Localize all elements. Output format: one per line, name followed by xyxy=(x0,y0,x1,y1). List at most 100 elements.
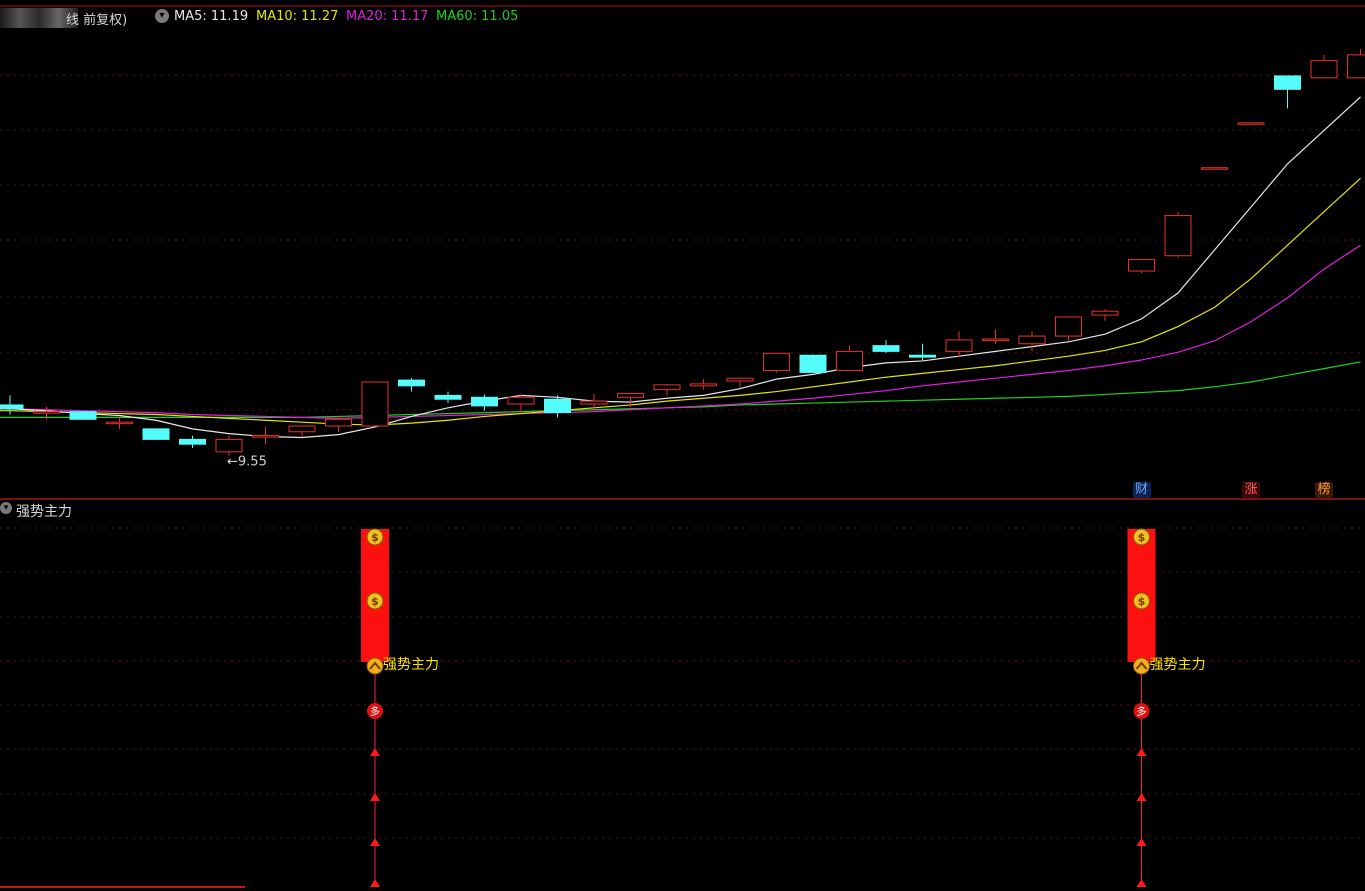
candle-body xyxy=(179,438,206,445)
candle xyxy=(836,345,863,372)
candle xyxy=(1274,75,1301,109)
candle xyxy=(0,395,24,415)
candle-body xyxy=(142,428,170,440)
ma-legend-item: MA5: 11.19 xyxy=(174,9,249,24)
candle-body xyxy=(1091,310,1119,316)
candle xyxy=(617,392,644,407)
indicator-title: 强势主力 xyxy=(16,504,72,520)
candle xyxy=(1091,309,1119,321)
candle xyxy=(325,416,352,432)
candle-body xyxy=(434,394,462,400)
candle xyxy=(1128,259,1155,273)
candle xyxy=(288,425,316,437)
candle xyxy=(471,394,498,411)
period-label: 线 前复权) xyxy=(66,13,128,28)
candle-body xyxy=(1310,60,1338,79)
up-arrow-icon xyxy=(370,838,380,846)
up-chevron-icon xyxy=(1133,657,1150,675)
candle-body xyxy=(763,352,790,372)
candle xyxy=(434,391,462,404)
candle-body xyxy=(909,354,936,358)
candle xyxy=(690,379,717,390)
candle xyxy=(106,417,133,429)
candle-body xyxy=(544,398,571,414)
candle-body xyxy=(69,411,97,420)
candle-body xyxy=(1274,75,1301,90)
candle-body xyxy=(945,339,973,352)
up-arrow-icon xyxy=(1136,879,1147,887)
candle-body xyxy=(1237,122,1265,125)
candle-body xyxy=(726,377,754,382)
chevron-down-icon[interactable]: ▾ xyxy=(155,9,169,23)
up-arrow-icon xyxy=(1136,748,1147,756)
ma-legend-item: MA10: 11.27 xyxy=(256,9,339,24)
candle-body xyxy=(507,396,535,405)
candle xyxy=(215,435,243,456)
candle-body xyxy=(1018,335,1046,345)
candle xyxy=(142,428,170,440)
signal-column: $ $ 多 xyxy=(361,528,389,887)
candle xyxy=(1055,316,1082,341)
up-arrow-icon xyxy=(370,879,380,887)
candle xyxy=(179,435,206,448)
up-chevron-icon xyxy=(366,657,384,675)
candle-body xyxy=(471,396,498,407)
candle xyxy=(909,343,936,360)
candle xyxy=(982,329,1009,344)
candle-body xyxy=(799,354,827,373)
money-bag-symbol: $ xyxy=(371,531,379,544)
candle xyxy=(69,411,97,420)
ma-legend-item: MA60: 11.05 xyxy=(436,9,519,24)
candle xyxy=(1237,122,1265,125)
candle-body xyxy=(33,411,60,414)
candle xyxy=(252,426,279,445)
candle xyxy=(763,352,790,373)
money-bag-symbol: $ xyxy=(1138,595,1146,608)
money-bag-symbol: $ xyxy=(1138,531,1146,544)
candle-body xyxy=(1201,167,1228,170)
candle-body xyxy=(1347,54,1365,79)
up-arrow-icon xyxy=(1136,793,1147,801)
candle-body xyxy=(580,400,608,405)
candle xyxy=(361,381,389,427)
candle-body xyxy=(252,435,279,438)
candle-body xyxy=(617,392,644,398)
candle xyxy=(653,383,681,396)
candle-body xyxy=(398,379,425,387)
signal-label: 强势主力 xyxy=(1149,657,1206,673)
indicator-chevron-icon[interactable]: ▾ xyxy=(0,502,12,514)
money-bag-symbol: $ xyxy=(371,595,379,608)
candle-body xyxy=(982,338,1009,341)
low-price-marker: ←9.55 xyxy=(227,455,267,470)
candle-body xyxy=(690,383,717,387)
signal-label: 强势主力 xyxy=(383,657,439,673)
kline-chart: ←9.55 $ $ 多 $ $ 多 xyxy=(0,5,1365,888)
signal-column: $ $ 多 xyxy=(1127,528,1156,887)
candle-body xyxy=(836,350,863,372)
candle-body xyxy=(1128,259,1155,272)
candle xyxy=(1310,54,1338,79)
candle-body xyxy=(653,384,681,391)
candle-body xyxy=(361,381,389,427)
candle xyxy=(1347,49,1365,79)
candle xyxy=(1201,167,1228,170)
candle xyxy=(799,354,827,373)
event-tag[interactable]: 财 xyxy=(1132,482,1151,498)
candle xyxy=(872,339,900,354)
chart-stage: ←9.55 $ $ 多 $ $ 多 线 前复权) ▾ MA5: 11.19 MA10: 11… xyxy=(0,0,1365,891)
candle xyxy=(398,378,425,392)
candle xyxy=(945,331,973,358)
candle-body xyxy=(1164,215,1192,257)
event-tag[interactable]: 榜 xyxy=(1315,482,1333,498)
candle-body xyxy=(872,345,900,352)
candle-body xyxy=(288,425,316,433)
candle-body xyxy=(215,438,243,453)
buy-badge-symbol: 多 xyxy=(1137,705,1147,718)
up-arrow-icon xyxy=(1136,838,1147,846)
ma-legend-item: MA20: 11.17 xyxy=(346,9,429,24)
candle-body xyxy=(0,404,24,410)
event-tag[interactable]: 涨 xyxy=(1242,482,1260,498)
ma20-line xyxy=(0,244,1361,419)
candle-body xyxy=(1055,316,1082,337)
candle-body xyxy=(325,418,352,427)
